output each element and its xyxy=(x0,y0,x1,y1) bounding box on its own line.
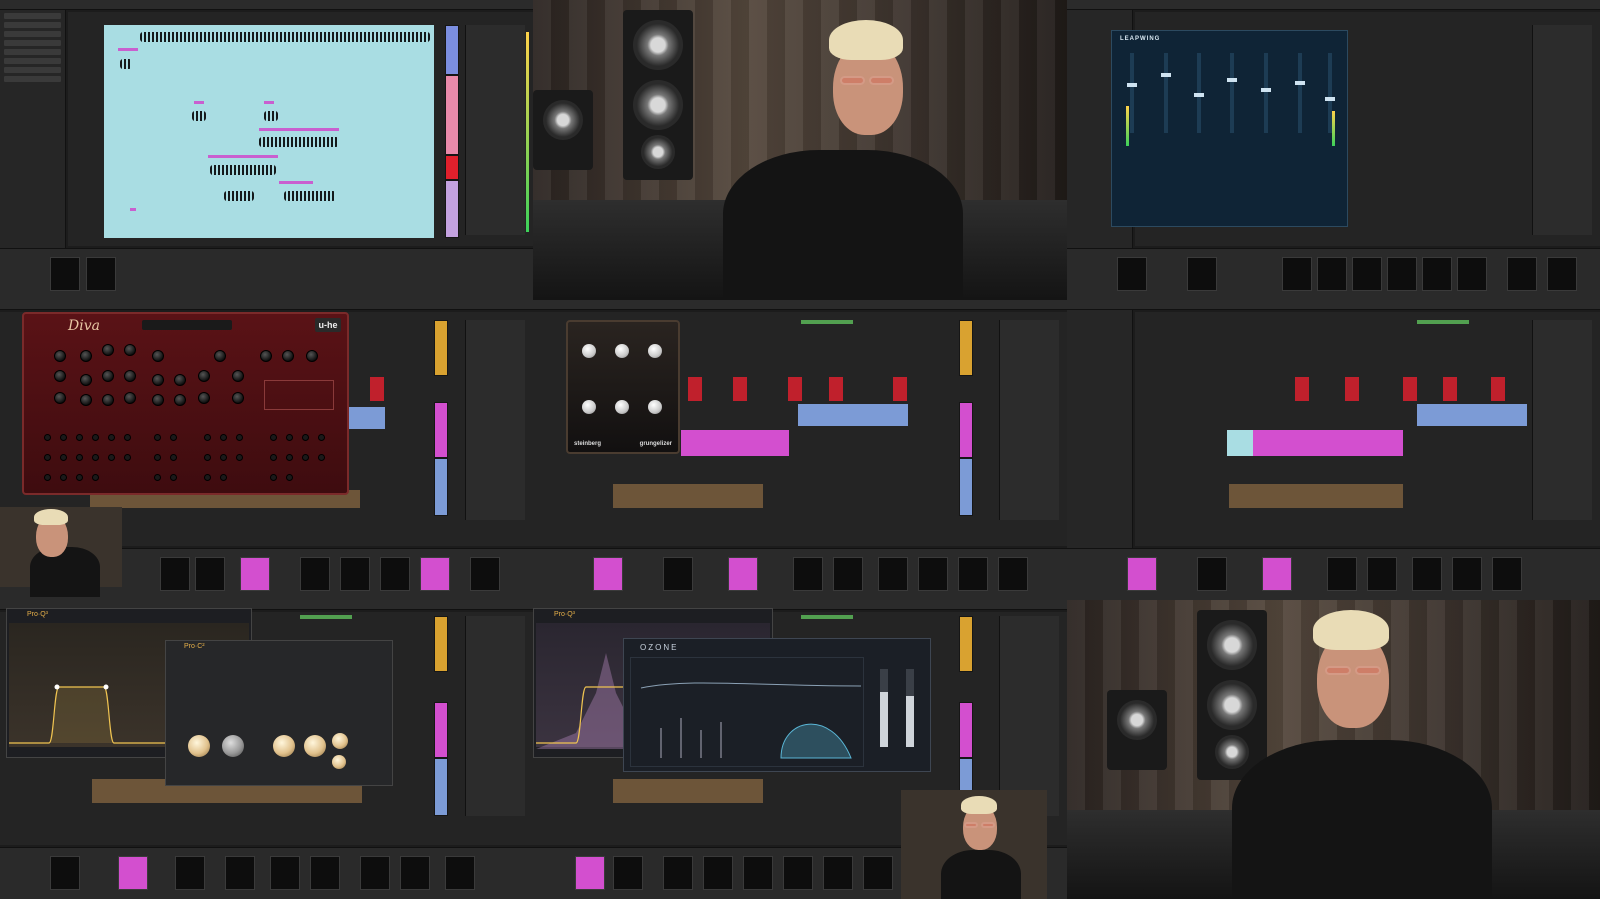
video-mosaic: LEAPWING Diva u-he steinberg grungelizer… xyxy=(0,0,1600,899)
presenter-pip xyxy=(0,507,122,597)
uhe-badge: u-he xyxy=(315,318,341,332)
grungelizer-brand: grungelizer xyxy=(639,441,672,447)
diva-synth-window[interactable]: Diva u-he xyxy=(22,312,349,495)
track-headers[interactable] xyxy=(465,25,525,235)
proq-title: Pro·Q³ xyxy=(554,611,575,618)
preset-selector[interactable] xyxy=(142,320,232,330)
studio-monitor xyxy=(623,10,693,180)
proc-window[interactable]: Pro·C² xyxy=(165,640,393,786)
steinberg-logo-icon: steinberg xyxy=(574,441,602,447)
leapwing-plugin-window[interactable]: LEAPWING xyxy=(1111,30,1348,227)
tile-ozone: Pro·Q³ OZONE xyxy=(533,600,1067,899)
ozone-window[interactable]: OZONE xyxy=(623,638,931,772)
audio-clip-view[interactable] xyxy=(104,25,434,238)
proc-title: Pro·C² xyxy=(184,643,205,650)
tile-fabfilter: Pro·Q³ Pro·C² xyxy=(0,600,533,899)
tile-audio-editor xyxy=(0,0,533,300)
presenter-video-top xyxy=(533,0,1067,300)
leapwing-title: LEAPWING xyxy=(1120,36,1161,42)
tile-arrangement xyxy=(1067,300,1600,600)
diva-logo: Diva xyxy=(68,318,100,334)
browser-panel[interactable] xyxy=(0,10,66,248)
ozone-display[interactable] xyxy=(631,658,865,768)
presenter-pip-small xyxy=(901,790,1047,899)
device-rack[interactable] xyxy=(0,248,533,300)
daw-toolbar[interactable] xyxy=(0,0,533,10)
ozone-logo-icon: OZONE xyxy=(640,643,679,652)
presenter-video-bottom xyxy=(1067,600,1600,899)
fabfilter-logo-icon: Pro·Q³ xyxy=(27,611,48,618)
clip-editor[interactable] xyxy=(68,12,533,246)
grungelizer-plugin-window[interactable]: steinberg grungelizer xyxy=(566,320,680,454)
